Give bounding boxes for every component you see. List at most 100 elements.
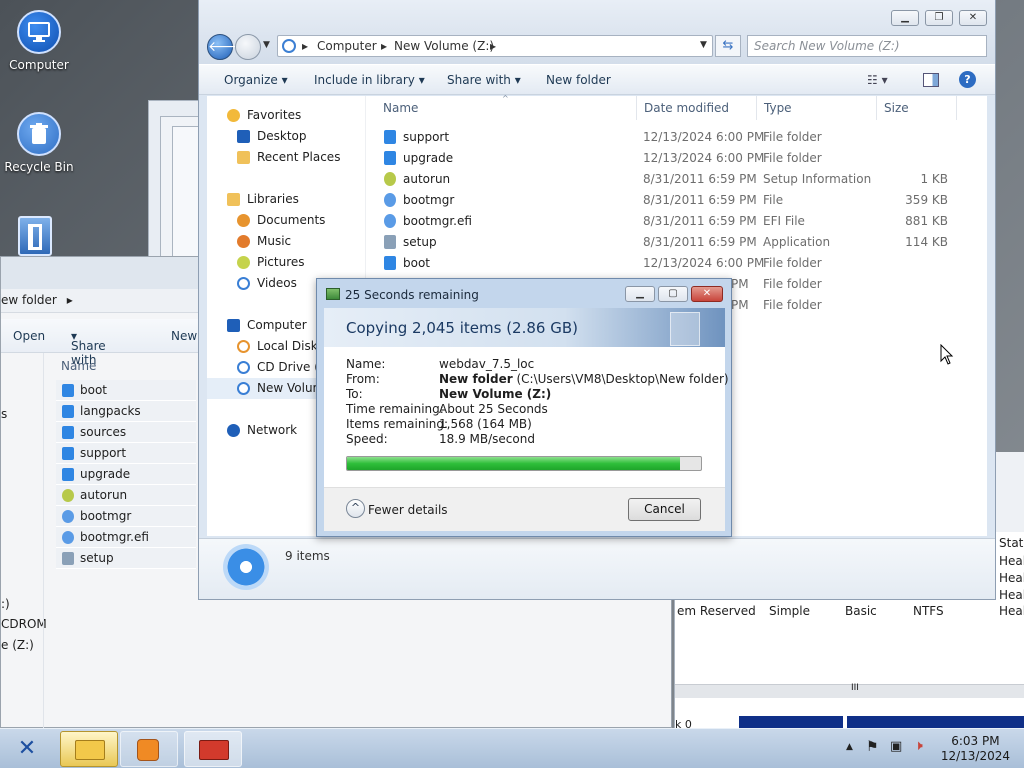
table-row[interactable]: autorun 8/31/2011 6:59 PM Setup Informatio…	[376, 169, 976, 190]
nav-cd-drive[interactable]: CD Drive (D	[237, 360, 328, 374]
desktop-icon-computer[interactable]: Computer	[4, 10, 74, 72]
minimize-button[interactable]: ▁	[625, 286, 655, 302]
close-button[interactable]: ✕	[691, 286, 723, 302]
address-dropdown[interactable]: ▼	[700, 40, 707, 50]
from-folder-link[interactable]: New folder	[439, 372, 513, 386]
share-with-button[interactable]: Share with ▾	[447, 73, 521, 87]
nav-recent-places[interactable]: Recent Places	[237, 150, 340, 164]
close-button[interactable]: ✕	[959, 10, 987, 26]
list-item[interactable]: langpacks	[56, 401, 196, 422]
nav-computer[interactable]: Computer	[227, 318, 307, 332]
column-header-size[interactable]: Size	[884, 101, 909, 115]
column-header-type[interactable]: Type	[764, 101, 792, 115]
nav-videos[interactable]: Videos	[237, 276, 297, 290]
taskbar-explorer-button[interactable]	[60, 731, 118, 767]
toolbox-icon	[199, 740, 229, 760]
copy-progress-dialog[interactable]: 25 Seconds remaining ▁ ▢ ✕ Copying 2,045…	[316, 278, 732, 537]
list-item[interactable]: setup	[56, 548, 196, 569]
new-button[interactable]: New	[171, 329, 197, 343]
open-button[interactable]: Open	[13, 329, 45, 343]
nav-libraries[interactable]: Libraries	[227, 192, 299, 206]
maximize-button[interactable]: ▢	[658, 286, 688, 302]
nav-music[interactable]: Music	[237, 234, 291, 248]
volume-muted-icon[interactable]: 🕨	[914, 738, 923, 754]
library-icon	[227, 193, 240, 206]
folder-icon	[62, 468, 74, 481]
list-item[interactable]: boot	[56, 380, 196, 401]
nav-new-volume[interactable]: New Volum	[237, 381, 324, 395]
nav-documents[interactable]: Documents	[237, 213, 325, 227]
table-row[interactable]: em Reserved Simple Basic NTFS Heal	[675, 604, 1024, 622]
breadcrumb-item[interactable]: Computer	[317, 39, 377, 53]
maximize-button[interactable]: ❐	[925, 10, 953, 26]
breadcrumb-item[interactable]: ew folder	[1, 293, 57, 307]
file-icon	[384, 214, 396, 228]
show-hidden-icons-button[interactable]: ▲	[846, 742, 853, 752]
column-header-name[interactable]: Name	[383, 101, 418, 115]
forward-nav-button[interactable]	[235, 34, 261, 60]
recent-pages-dropdown[interactable]: ▼	[263, 40, 270, 50]
table-row[interactable]: bootmgr 8/31/2011 6:59 PM File 359 KB	[376, 190, 976, 211]
table-row[interactable]: boot 12/13/2024 6:00 PM File folder	[376, 253, 976, 274]
documents-icon	[237, 214, 250, 227]
help-icon[interactable]: ?	[959, 71, 976, 88]
list-item[interactable]: bootmgr	[56, 506, 196, 527]
address-bar[interactable]: ▸ Computer ▸ New Volume (Z:) ▸ ▼	[277, 35, 713, 57]
list-item[interactable]: bootmgr.efi	[56, 527, 196, 548]
cancel-button[interactable]: Cancel	[628, 498, 701, 521]
desktop-icon-recycle-bin[interactable]: Recycle Bin	[4, 112, 74, 174]
refresh-button[interactable]: ⇆	[715, 35, 741, 57]
start-button[interactable]: ✕	[12, 735, 42, 763]
back-address-bar[interactable]: ew folder ▸	[1, 289, 201, 313]
folder-icon	[62, 405, 74, 418]
back-toolbar: Open Share with ▾ New	[1, 319, 201, 367]
collapse-details-button[interactable]: ^	[346, 499, 365, 518]
network-tray-icon[interactable]: ▣	[890, 739, 902, 754]
system-clock[interactable]: 6:03 PM 12/13/2024	[941, 734, 1010, 764]
from-path: (C:\Users\VM8\Desktop\New folder)	[516, 372, 729, 386]
list-item[interactable]: upgrade	[56, 464, 196, 485]
share-with-button[interactable]: Share with ▾	[71, 329, 106, 367]
folder-icon	[75, 740, 105, 760]
organize-button[interactable]: Organize ▾	[224, 73, 288, 87]
nav-favorites[interactable]: Favorites	[227, 108, 301, 122]
back-nav-button[interactable]: 🡐	[207, 34, 246, 60]
list-item[interactable]: sources	[56, 422, 196, 443]
nav-pictures[interactable]: Pictures	[237, 255, 305, 269]
table-row[interactable]: upgrade 12/13/2024 6:00 PM File folder	[376, 148, 976, 169]
network-icon	[227, 424, 240, 437]
include-in-library-button[interactable]: Include in library ▾	[314, 73, 425, 87]
column-divider	[956, 96, 957, 120]
from-label: From:	[346, 372, 380, 386]
column-header-date[interactable]: Date modified	[644, 101, 729, 115]
nav-desktop[interactable]: Desktop	[237, 129, 307, 143]
back-column-header-name[interactable]: Name	[61, 359, 96, 373]
setup-gear-icon	[62, 489, 74, 502]
preview-pane-icon[interactable]	[923, 73, 939, 87]
minimize-button[interactable]: ▁	[891, 10, 919, 26]
desktop-icon-unknown[interactable]	[18, 216, 52, 256]
nav-network[interactable]: Network	[227, 423, 297, 437]
to-value[interactable]: New Volume (Z:)	[439, 387, 551, 401]
computer-icon	[227, 319, 240, 332]
chevron-right-icon: ▸	[66, 293, 73, 307]
taskbar-media-player-button[interactable]	[120, 731, 178, 767]
table-row[interactable]: setup 8/31/2011 6:59 PM Application 114 KB	[376, 232, 976, 253]
table-row[interactable]: bootmgr.efi 8/31/2011 6:59 PM EFI File 881 …	[376, 211, 976, 232]
recycle-bin-icon	[17, 112, 61, 156]
new-folder-button[interactable]: New folder	[546, 73, 611, 87]
action-center-flag-icon[interactable]: ⚑	[866, 739, 879, 755]
dm-column-status[interactable]: Status	[999, 536, 1024, 550]
dialog-header: Copying 2,045 items (2.86 GB)	[324, 308, 725, 347]
list-item[interactable]: autorun	[56, 485, 196, 506]
dm-horizontal-scrollbar[interactable]: III	[675, 683, 1024, 698]
taskbar-toolbox-button[interactable]	[184, 731, 242, 767]
list-item[interactable]: support	[56, 443, 196, 464]
view-options-icon[interactable]: ☷ ▾	[867, 73, 888, 87]
table-row[interactable]: support 12/13/2024 6:00 PM File folder	[376, 127, 976, 148]
search-input[interactable]: Search New Volume (Z:)	[747, 35, 987, 57]
fewer-details-link[interactable]: Fewer details	[368, 503, 448, 517]
breadcrumb-item[interactable]: New Volume (Z:)	[394, 39, 494, 53]
copy-heading: Copying 2,045 items (2.86 GB)	[346, 319, 578, 337]
cd-icon	[237, 361, 250, 374]
